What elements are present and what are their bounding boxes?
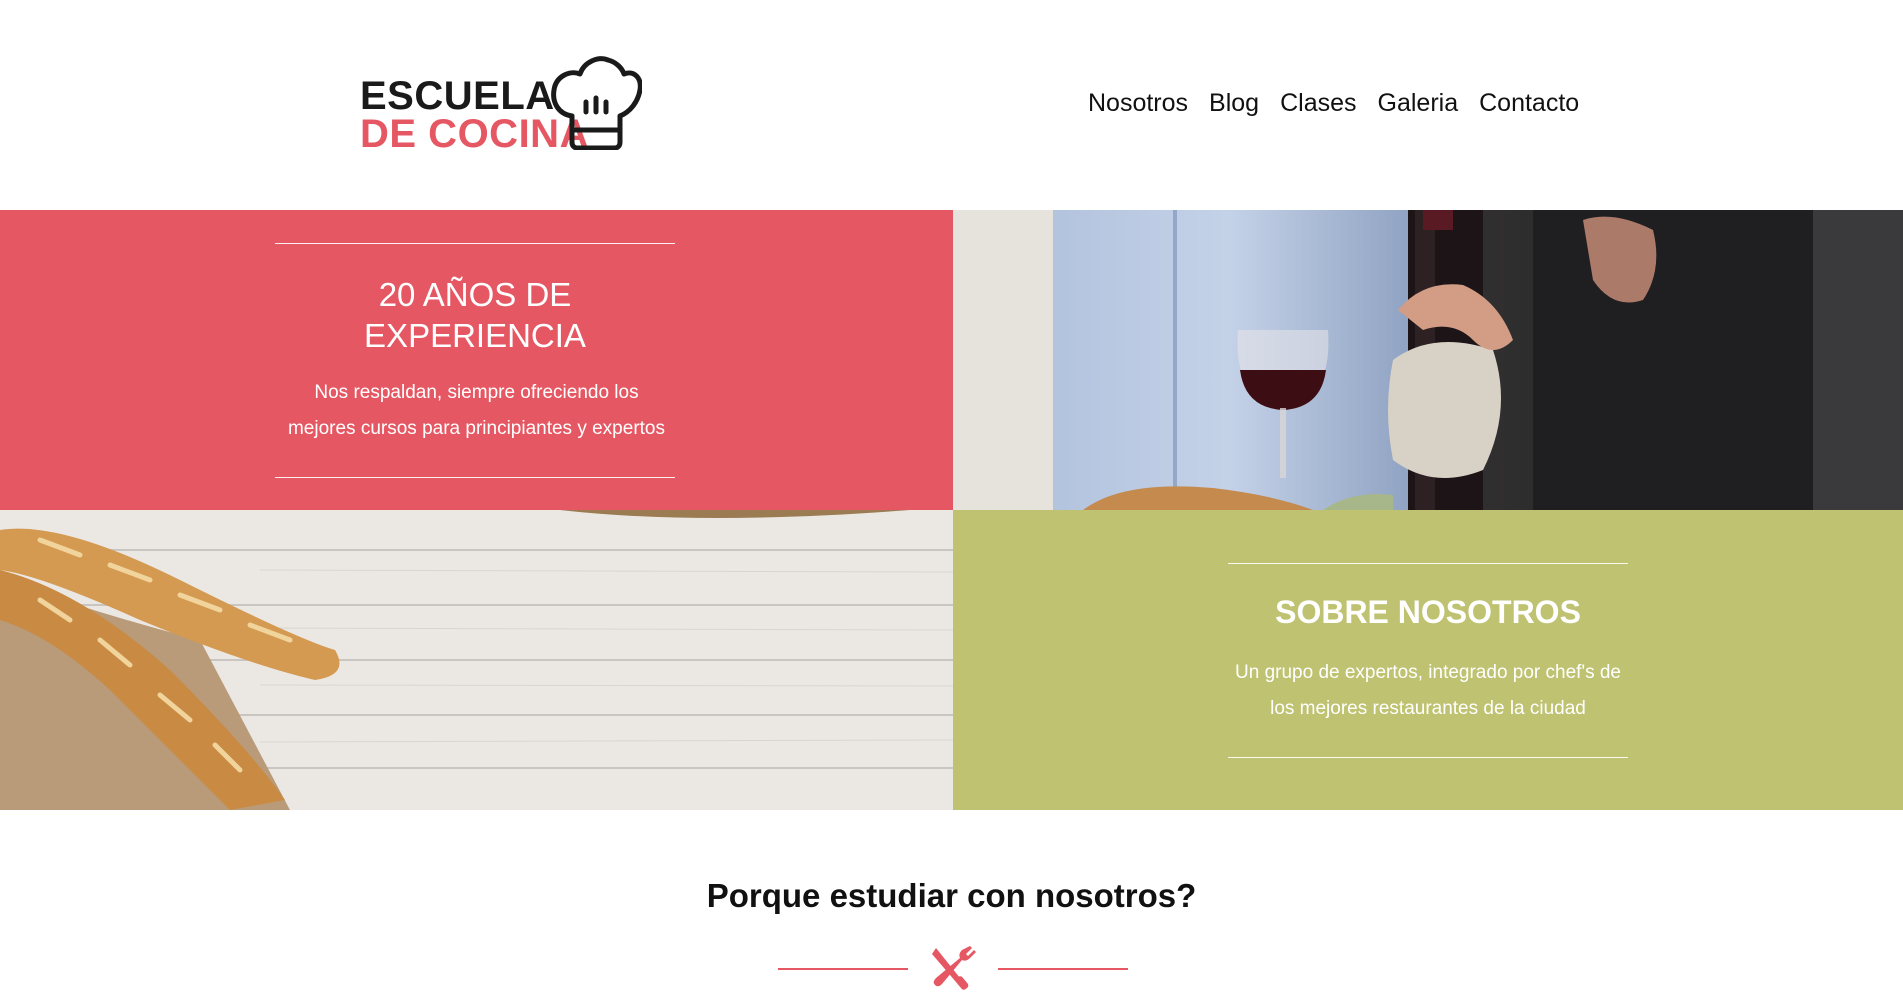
divider-bottom [1228, 757, 1628, 758]
experience-title-line1: 20 AÑOS DE [378, 276, 572, 313]
wine-photo-illustration [953, 210, 1903, 510]
decorative-line-right [998, 968, 1128, 970]
chef-hat-icon [551, 56, 642, 150]
nav-link-contacto[interactable]: Contacto [1479, 86, 1579, 120]
about-text-line1: Un grupo de expertos, integrado por chef… [1235, 662, 1621, 683]
decorative-line-left [778, 968, 908, 970]
nav-link-blog[interactable]: Blog [1209, 86, 1259, 120]
fork-knife-icon [932, 946, 976, 990]
baguettes-on-wood-photo [0, 510, 953, 810]
site-logo[interactable]: ESCUELA DE COCINA [360, 56, 645, 154]
experience-title-line2: EXPERIENCIA [364, 317, 586, 354]
about-panel: SOBRE NOSOTROS Un grupo de expertos, int… [953, 510, 1903, 810]
divider-top [1228, 563, 1628, 564]
about-text-line2: los mejores restaurantes de la ciudad [1270, 698, 1586, 719]
why-section: Porque estudiar con nosotros? [0, 810, 1903, 995]
main-nav: Nosotros Blog Clases Galeria Contacto [1088, 86, 1579, 120]
nav-link-clases[interactable]: Clases [1280, 86, 1356, 120]
experience-text-line1: Nos respaldan, siempre ofreciendo los [314, 382, 639, 403]
divider-top [275, 243, 675, 244]
feature-grid: 20 AÑOS DE EXPERIENCIA Nos respaldan, si… [0, 210, 1903, 810]
experience-text: Nos respaldan, siempre ofreciendo los me… [267, 375, 687, 447]
experience-panel: 20 AÑOS DE EXPERIENCIA Nos respaldan, si… [0, 210, 953, 510]
about-title: SOBRE NOSOTROS [1275, 594, 1581, 630]
experience-title: 20 AÑOS DE EXPERIENCIA [275, 274, 675, 356]
nav-link-nosotros[interactable]: Nosotros [1088, 86, 1188, 120]
site-header: ESCUELA DE COCINA Nosotros Blog Clases G… [0, 0, 1903, 210]
nav-link-galeria[interactable]: Galeria [1378, 86, 1459, 120]
wine-tasting-photo [953, 210, 1903, 510]
why-title: Porque estudiar con nosotros? [706, 877, 1197, 914]
divider-bottom [275, 477, 675, 478]
logo-text-line1: ESCUELA [360, 74, 555, 118]
bread-photo-illustration [0, 510, 953, 810]
about-text: Un grupo de expertos, integrado por chef… [1218, 655, 1638, 727]
experience-text-line2: mejores cursos para principiantes y expe… [287, 418, 665, 439]
